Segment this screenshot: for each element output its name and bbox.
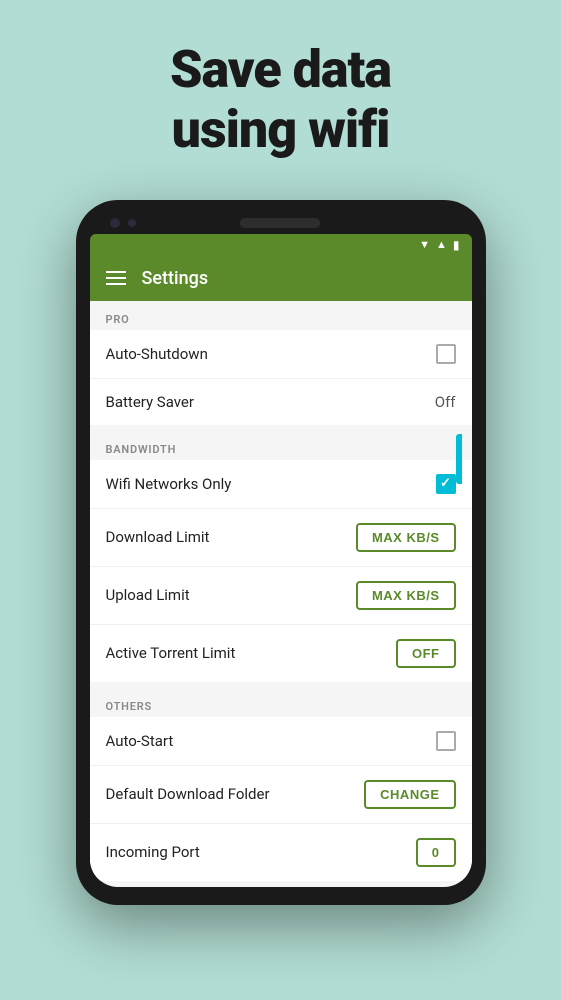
download-limit-row[interactable]: Download Limit MAX KB/S [90, 509, 472, 567]
active-torrent-limit-label: Active Torrent Limit [106, 644, 236, 662]
bandwidth-section: Wifi Networks Only Download Limit MAX KB… [90, 460, 472, 682]
battery-saver-row[interactable]: Battery Saver Off [90, 379, 472, 425]
battery-saver-value: Off [435, 393, 456, 411]
phone-camera-area [90, 218, 472, 228]
camera-dot-left [110, 218, 120, 228]
others-section: Auto-Start Default Download Folder CHANG… [90, 717, 472, 881]
hamburger-line-3 [106, 283, 126, 285]
download-limit-label: Download Limit [106, 528, 210, 546]
incoming-port-row[interactable]: Incoming Port 0 [90, 824, 472, 881]
menu-button[interactable] [106, 271, 126, 285]
phone-mockup: ▼ ▲ ▮ Settings PRO [0, 190, 561, 905]
bandwidth-section-header: BANDWIDTH [90, 431, 472, 460]
default-download-folder-button[interactable]: CHANGE [364, 780, 455, 809]
wifi-networks-only-row[interactable]: Wifi Networks Only [90, 460, 472, 509]
wifi-status-icon: ▼ [419, 238, 430, 251]
app-bar-title: Settings [142, 268, 209, 289]
signal-status-icon: ▲ [436, 238, 447, 251]
upload-limit-button[interactable]: MAX KB/S [356, 581, 456, 610]
active-torrent-limit-button[interactable]: OFF [396, 639, 456, 668]
wifi-networks-only-label: Wifi Networks Only [106, 475, 232, 493]
app-bar: Settings [90, 256, 472, 301]
upload-limit-label: Upload Limit [106, 586, 190, 604]
auto-shutdown-checkbox[interactable] [436, 344, 456, 364]
auto-shutdown-label: Auto-Shutdown [106, 345, 208, 363]
status-bar: ▼ ▲ ▮ [90, 234, 472, 256]
camera-dot-right [128, 219, 136, 227]
auto-start-row[interactable]: Auto-Start [90, 717, 472, 766]
battery-saver-label: Battery Saver [106, 393, 194, 411]
hamburger-line-2 [106, 277, 126, 279]
phone-bottom [90, 887, 472, 905]
auto-start-label: Auto-Start [106, 732, 174, 750]
settings-screen: PRO Auto-Shutdown Battery Saver Off BAND… [90, 301, 472, 887]
upload-limit-row[interactable]: Upload Limit MAX KB/S [90, 567, 472, 625]
incoming-port-button[interactable]: 0 [416, 838, 456, 867]
default-download-folder-label: Default Download Folder [106, 785, 270, 803]
speaker-grille [240, 218, 320, 228]
incoming-port-label: Incoming Port [106, 843, 200, 861]
auto-shutdown-row[interactable]: Auto-Shutdown [90, 330, 472, 379]
hamburger-line-1 [106, 271, 126, 273]
battery-status-icon: ▮ [453, 238, 460, 252]
pro-section: Auto-Shutdown Battery Saver Off [90, 330, 472, 425]
wifi-networks-only-checkbox[interactable] [436, 474, 456, 494]
download-limit-button[interactable]: MAX KB/S [356, 523, 456, 552]
active-torrent-limit-row[interactable]: Active Torrent Limit OFF [90, 625, 472, 682]
pro-section-header: PRO [90, 301, 472, 330]
default-download-folder-row[interactable]: Default Download Folder CHANGE [90, 766, 472, 824]
page-title: Save data using wifi [0, 0, 561, 190]
others-section-header: OTHERS [90, 688, 472, 717]
auto-start-checkbox[interactable] [436, 731, 456, 751]
scroll-indicator [456, 434, 462, 484]
